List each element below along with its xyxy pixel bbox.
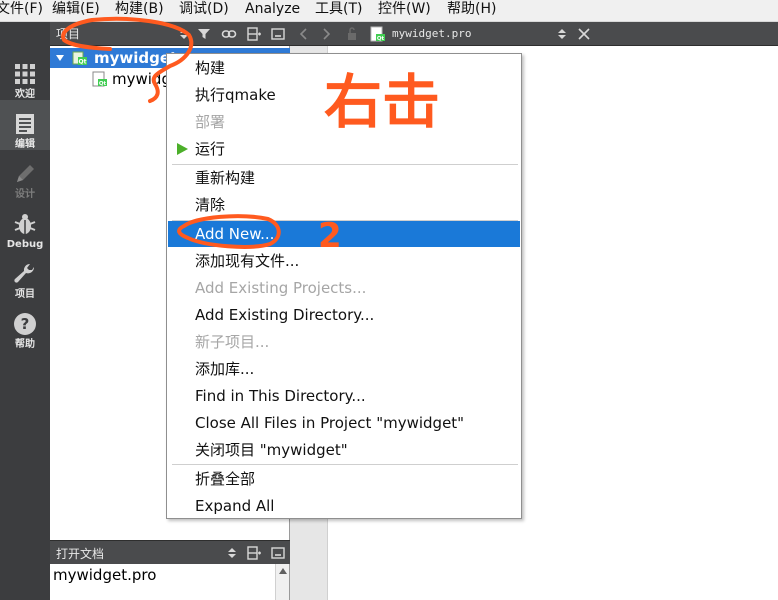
pro-file-icon: Qt (92, 71, 107, 87)
ctx-item-label: 折叠全部 (195, 470, 256, 488)
ctx-item-label: Find in This Directory... (195, 387, 366, 405)
mode-help-label: 帮助 (15, 339, 35, 350)
svg-text:?: ? (21, 315, 30, 333)
documents-scrollbar[interactable] (275, 564, 289, 600)
ctx-item-find-in-directory[interactable]: Find in This Directory... (168, 383, 520, 409)
pencil-icon (17, 165, 34, 182)
menu-tools[interactable]: 工具(T) (315, 0, 362, 22)
svg-text:Qt: Qt (79, 59, 87, 66)
menu-build[interactable]: 构建(B) (115, 0, 164, 22)
svg-text:Qt: Qt (377, 36, 385, 42)
ctx-item-label: 添加库... (195, 360, 255, 378)
menu-help[interactable]: 帮助(H) (447, 0, 496, 22)
ctx-item-label: 构建 (195, 59, 226, 77)
menu-debug[interactable]: 调试(D) (179, 0, 229, 22)
ctx-item-rebuild[interactable]: 重新构建 (168, 165, 520, 191)
open-documents-toolbar: 打开文档 (50, 540, 290, 564)
ctx-item-label: 部署 (195, 113, 226, 131)
tree-root-label: mywidget (94, 49, 178, 67)
bug-icon (14, 214, 36, 234)
svg-text:Qt: Qt (99, 81, 107, 87)
ctx-item-clean[interactable]: 清除 (168, 192, 520, 218)
dropdown-arrows-icon[interactable] (554, 26, 570, 42)
ctx-item-add-library[interactable]: 添加库... (168, 356, 520, 382)
ctx-item-label: 运行 (195, 140, 226, 158)
close-pane-icon[interactable] (270, 545, 286, 561)
ctx-item-collapse-all[interactable]: 折叠全部 (168, 466, 520, 492)
ctx-item-label: 重新构建 (195, 169, 256, 187)
ctx-item-label: 关闭项目 "mywidget" (195, 441, 348, 459)
wrench-icon (14, 263, 35, 283)
qt-project-icon: Qt (72, 51, 87, 66)
ctx-item-label: Add Existing Projects... (195, 279, 367, 297)
ctx-item-close-all-files[interactable]: Close All Files in Project "mywidget" (168, 410, 520, 436)
tree-child-label[interactable]: mywidg (112, 69, 171, 89)
filter-icon[interactable] (196, 26, 212, 42)
mode-help[interactable]: ? 帮助 (0, 300, 50, 350)
scroll-up-icon[interactable] (279, 568, 287, 574)
ctx-item-add-existing-files[interactable]: 添加现有文件... (168, 248, 520, 274)
ctx-item-deploy[interactable]: 部署 (168, 109, 520, 135)
mode-bar: 欢迎 编辑 设计 Debug 项目 ? 帮助 (0, 22, 50, 600)
context-menu: 构建 执行qmake 部署 运行 重新构建 清除 Add New... 添加现有… (166, 53, 522, 519)
dropdown-arrows-icon[interactable] (224, 545, 240, 561)
expand-arrow-icon[interactable] (56, 54, 64, 62)
ctx-item-label: Add Existing Directory... (195, 306, 375, 324)
menu-analyze[interactable]: Analyze (245, 0, 300, 22)
ctx-item-new-subproject[interactable]: 新子项目... (168, 329, 520, 355)
mode-welcome[interactable]: 欢迎 (0, 50, 50, 100)
dropdown-arrows-icon[interactable] (176, 26, 192, 42)
menu-controls[interactable]: 控件(W) (378, 0, 431, 22)
ctx-item-add-existing-projects[interactable]: Add Existing Projects... (168, 275, 520, 301)
ctx-item-run-qmake[interactable]: 执行qmake (168, 82, 520, 108)
close-pane-icon[interactable] (270, 26, 286, 42)
split-icon[interactable] (246, 26, 262, 42)
ctx-item-label: 新子项目... (195, 333, 270, 351)
mode-design[interactable]: 设计 (0, 150, 50, 200)
help-icon: ? (14, 313, 36, 335)
grid-icon (15, 64, 35, 84)
project-pane-title: 项目 (56, 27, 81, 41)
ctx-item-label: Close All Files in Project "mywidget" (195, 414, 465, 432)
ctx-item-add-existing-directory[interactable]: Add Existing Directory... (168, 302, 520, 328)
ctx-item-label: 执行qmake (195, 86, 276, 104)
close-icon[interactable] (576, 26, 592, 42)
ctx-item-label: Expand All (195, 497, 275, 515)
run-arrow-icon (177, 143, 188, 155)
lock-icon[interactable] (344, 26, 360, 42)
ctx-item-close-project[interactable]: 关闭项目 "mywidget" (168, 437, 520, 463)
ctx-item-expand-all[interactable]: Expand All (168, 493, 520, 519)
open-documents-title: 打开文档 (56, 547, 105, 561)
open-documents-list: mywidget.pro (50, 564, 290, 600)
pro-file-icon: Qt (370, 26, 385, 42)
menu-edit[interactable]: 编辑(E) (52, 0, 100, 22)
menu-bar: 文件(F) 编辑(E) 构建(B) 调试(D) Analyze 工具(T) 控件… (0, 0, 778, 22)
ctx-item-label: 添加现有文件... (195, 252, 300, 270)
ctx-item-run[interactable]: 运行 (168, 136, 520, 162)
forward-arrow-icon[interactable] (318, 26, 334, 42)
mode-debug[interactable]: Debug (0, 200, 50, 250)
menu-file[interactable]: 文件(F) (0, 0, 43, 22)
editor-toolbar: Qt mywidget.pro (290, 22, 778, 46)
ctx-separator (172, 464, 518, 465)
ctx-item-build[interactable]: 构建 (168, 55, 520, 81)
link-icon[interactable] (221, 26, 237, 42)
project-pane-toolbar: 项目 (50, 22, 290, 46)
document-icon (16, 114, 34, 134)
back-arrow-icon[interactable] (296, 26, 312, 42)
open-document-item[interactable]: mywidget.pro (53, 566, 156, 584)
mode-projects[interactable]: 项目 (0, 250, 50, 300)
mode-edit[interactable]: 编辑 (0, 100, 50, 150)
editor-file-name[interactable]: mywidget.pro (392, 27, 471, 40)
split-icon[interactable] (246, 545, 262, 561)
ctx-item-add-new[interactable]: Add New... (168, 221, 520, 247)
ctx-item-label: 清除 (195, 196, 226, 214)
ctx-item-label: Add New... (195, 225, 275, 243)
